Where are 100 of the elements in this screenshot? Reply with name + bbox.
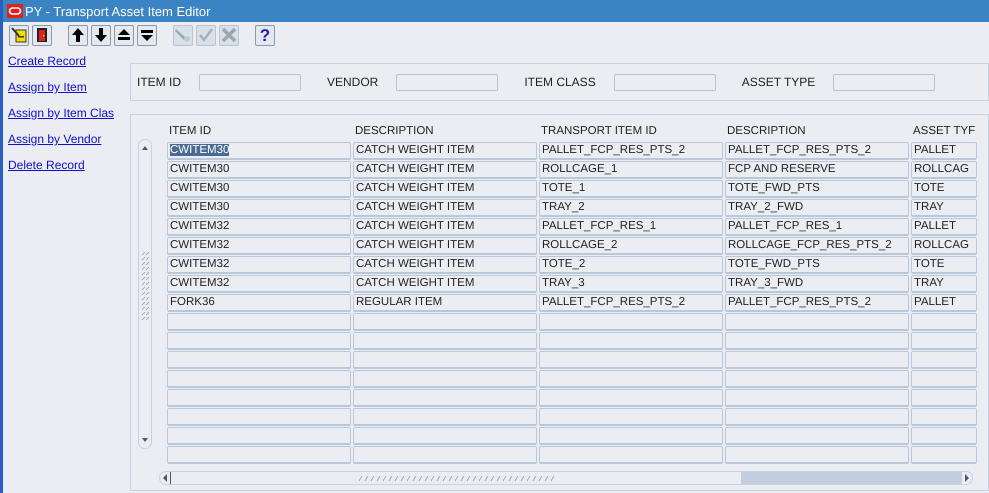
table-cell[interactable] [911,446,977,464]
table-cell[interactable] [725,427,909,445]
table-cell[interactable]: TOTE_FWD_PTS [725,180,909,198]
table-cell[interactable] [911,370,977,388]
table-cell[interactable]: TRAY_2 [539,199,723,217]
table-cell[interactable] [167,370,351,388]
table-cell[interactable] [167,313,351,331]
help-button[interactable]: ? [255,24,275,46]
table-cell[interactable]: CWITEM32 [167,256,351,274]
sidebar-link[interactable]: Delete Record [8,158,128,172]
table-cell[interactable] [539,389,723,407]
table-cell[interactable] [725,313,909,331]
table-cell[interactable] [353,370,537,388]
table-cell[interactable]: TOTE_1 [539,180,723,198]
filter-field[interactable] [833,74,936,90]
table-cell[interactable]: CATCH WEIGHT ITEM [353,142,537,160]
table-cell[interactable]: FORK36 [167,294,351,312]
table-cell[interactable] [167,427,351,445]
table-cell[interactable]: CWITEM30 [167,142,351,160]
table-cell[interactable] [911,427,977,445]
table-cell[interactable] [725,408,909,426]
table-cell[interactable]: TRAY_3_FWD [725,275,909,293]
table-cell[interactable] [539,370,723,388]
table-cell[interactable] [911,408,977,426]
table-cell[interactable]: PALLET [911,142,977,160]
table-cell[interactable]: TOTE_2 [539,256,723,274]
table-cell[interactable] [353,408,537,426]
down-button[interactable] [91,24,111,46]
table-cell[interactable]: TOTE [911,256,977,274]
horizontal-scrollbar[interactable] [159,471,973,485]
sidebar-link[interactable]: Assign by Item Clas [8,106,128,120]
table-cell[interactable] [539,408,723,426]
exit-button[interactable] [32,24,52,46]
table-cell[interactable]: TOTE_FWD_PTS [725,256,909,274]
table-cell[interactable]: TOTE [911,180,977,198]
table-cell[interactable] [167,351,351,369]
table-cell[interactable] [725,351,909,369]
table-cell[interactable]: CATCH WEIGHT ITEM [353,256,537,274]
table-cell[interactable]: CWITEM32 [167,237,351,255]
filter-field[interactable] [614,74,716,90]
table-cell[interactable]: ROLLCAG [911,161,977,179]
table-cell[interactable]: CATCH WEIGHT ITEM [353,161,537,179]
vertical-scrollbar[interactable] [138,139,152,449]
table-cell[interactable] [911,351,977,369]
scroll-up-icon[interactable] [140,144,150,152]
table-cell[interactable] [725,446,909,464]
table-cell[interactable]: TRAY_2_FWD [725,199,909,217]
table-cell[interactable] [353,313,537,331]
table-cell[interactable] [725,389,909,407]
table-cell[interactable] [353,427,537,445]
table-cell[interactable] [353,332,537,350]
table-cell[interactable]: CWITEM30 [167,180,351,198]
table-cell[interactable] [353,351,537,369]
table-cell[interactable] [725,332,909,350]
last-button[interactable] [137,24,157,46]
table-cell[interactable]: PALLET_FCP_RES_1 [725,218,909,236]
table-cell[interactable] [167,332,351,350]
table-cell[interactable] [725,370,909,388]
filter-field[interactable] [199,74,301,90]
table-cell[interactable] [353,446,537,464]
table-cell[interactable]: PALLET [911,218,977,236]
table-cell[interactable]: CATCH WEIGHT ITEM [353,180,537,198]
sidebar-link[interactable]: Assign by Vendor [8,132,128,146]
sidebar-link[interactable]: Assign by Item [8,80,128,94]
table-cell[interactable]: CWITEM30 [167,199,351,217]
table-cell[interactable] [167,389,351,407]
table-cell[interactable]: CATCH WEIGHT ITEM [353,199,537,217]
table-cell[interactable]: TRAY_3 [539,275,723,293]
table-cell[interactable]: CATCH WEIGHT ITEM [353,275,537,293]
table-cell[interactable] [167,446,351,464]
table-cell[interactable]: CWITEM32 [167,275,351,293]
table-cell[interactable]: PALLET_FCP_RES_PTS_2 [725,142,909,160]
table-cell[interactable]: FCP AND RESERVE [725,161,909,179]
table-cell[interactable]: REGULAR ITEM [353,294,537,312]
table-cell[interactable]: CWITEM32 [167,218,351,236]
table-cell[interactable]: PALLET [911,294,977,312]
table-cell[interactable]: CATCH WEIGHT ITEM [353,218,537,236]
table-cell[interactable]: TRAY [911,275,977,293]
first-button[interactable] [114,24,134,46]
table-cell[interactable]: TRAY [911,199,977,217]
table-cell[interactable]: PALLET_FCP_RES_PTS_2 [539,142,723,160]
edit-button[interactable] [9,24,29,46]
table-cell[interactable] [539,427,723,445]
table-cell[interactable] [911,389,977,407]
table-cell[interactable]: ROLLCAGE_FCP_RES_PTS_2 [725,237,909,255]
table-cell[interactable] [353,389,537,407]
table-cell[interactable]: CWITEM30 [167,161,351,179]
scroll-down-icon[interactable] [140,436,150,444]
table-cell[interactable] [539,446,723,464]
table-cell[interactable] [539,332,723,350]
table-cell[interactable]: PALLET_FCP_RES_PTS_2 [725,294,909,312]
table-cell[interactable]: ROLLCAG [911,237,977,255]
table-cell[interactable]: PALLET_FCP_RES_PTS_2 [539,294,723,312]
table-cell[interactable] [911,332,977,350]
sidebar-link[interactable]: Create Record [8,54,128,68]
table-cell[interactable] [911,313,977,331]
table-cell[interactable] [539,351,723,369]
filter-field[interactable] [396,74,498,90]
table-cell[interactable]: PALLET_FCP_RES_1 [539,218,723,236]
table-cell[interactable]: ROLLCAGE_1 [539,161,723,179]
